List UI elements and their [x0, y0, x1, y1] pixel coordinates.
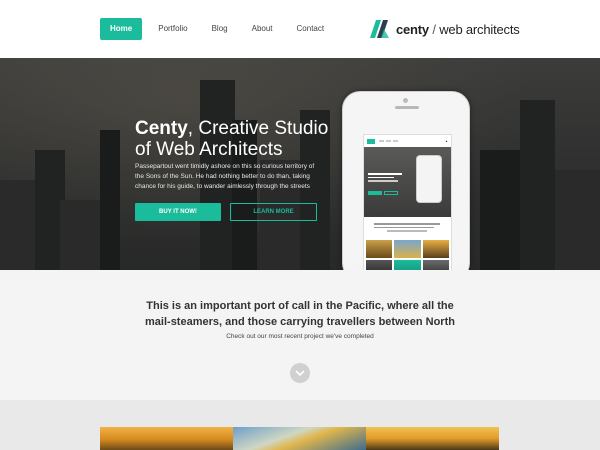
portfolio-image-sunset[interactable]: [100, 427, 233, 450]
preview-thumb: [422, 240, 449, 258]
hero-description: Passepartout went timidly ashore on this…: [135, 163, 315, 190]
brand-name: centy: [396, 21, 429, 37]
hero-title: Centy, Creative Studio of Web Architects: [135, 118, 335, 160]
preview-buy-button: [368, 191, 382, 195]
brand[interactable]: centy / web architects: [370, 20, 520, 38]
intro-heading: This is an important port of call in the…: [145, 300, 455, 328]
phone-mockup: ▲: [342, 91, 470, 281]
brand-separator: /: [432, 21, 436, 37]
nav-menu: Home Portfolio Blog About Contact: [100, 18, 336, 40]
buy-now-button[interactable]: BUY IT NOW!: [135, 203, 221, 221]
portfolio-image-trees[interactable]: [366, 427, 499, 450]
preview-thumb: [394, 240, 421, 258]
preview-title-block: [368, 171, 408, 184]
preview-menu: [379, 140, 398, 142]
portfolio-image-balloon[interactable]: [233, 427, 366, 450]
nav-item-contact[interactable]: Contact: [285, 18, 337, 40]
learn-more-button[interactable]: LEARN MORE: [230, 203, 317, 221]
intro-section: This is an important port of call in the…: [0, 270, 600, 400]
preview-learn-button: [384, 191, 398, 195]
centy-logo-icon: [370, 20, 389, 38]
brand-tagline: web architects: [439, 21, 520, 37]
scroll-down-button[interactable]: [290, 363, 310, 383]
nav-item-home[interactable]: Home: [100, 18, 143, 40]
preview-navbar: ▲: [364, 135, 451, 147]
preview-phone-image: [416, 155, 442, 203]
nav-item-portfolio[interactable]: Portfolio: [146, 18, 199, 40]
preview-hero: [364, 147, 451, 217]
preview-home-tab: [367, 138, 375, 144]
top-navbar: Home Portfolio Blog About Contact centy …: [0, 0, 600, 58]
brand-text: centy / web architects: [396, 22, 520, 37]
chevron-down-icon: [295, 370, 305, 377]
preview-intro-text: [364, 217, 451, 237]
hero-title-bold: Centy: [135, 118, 188, 139]
portfolio-gallery: [0, 400, 600, 450]
nav-item-blog[interactable]: Blog: [200, 18, 240, 40]
preview-logo: ▲: [445, 139, 448, 143]
phone-camera: [403, 98, 408, 103]
intro-subheading: Check out our most recent project we've …: [226, 333, 374, 340]
phone-screen-preview: ▲: [363, 134, 452, 280]
nav-item-about[interactable]: About: [240, 18, 285, 40]
phone-speaker: [395, 106, 419, 109]
preview-thumb: [366, 240, 393, 258]
